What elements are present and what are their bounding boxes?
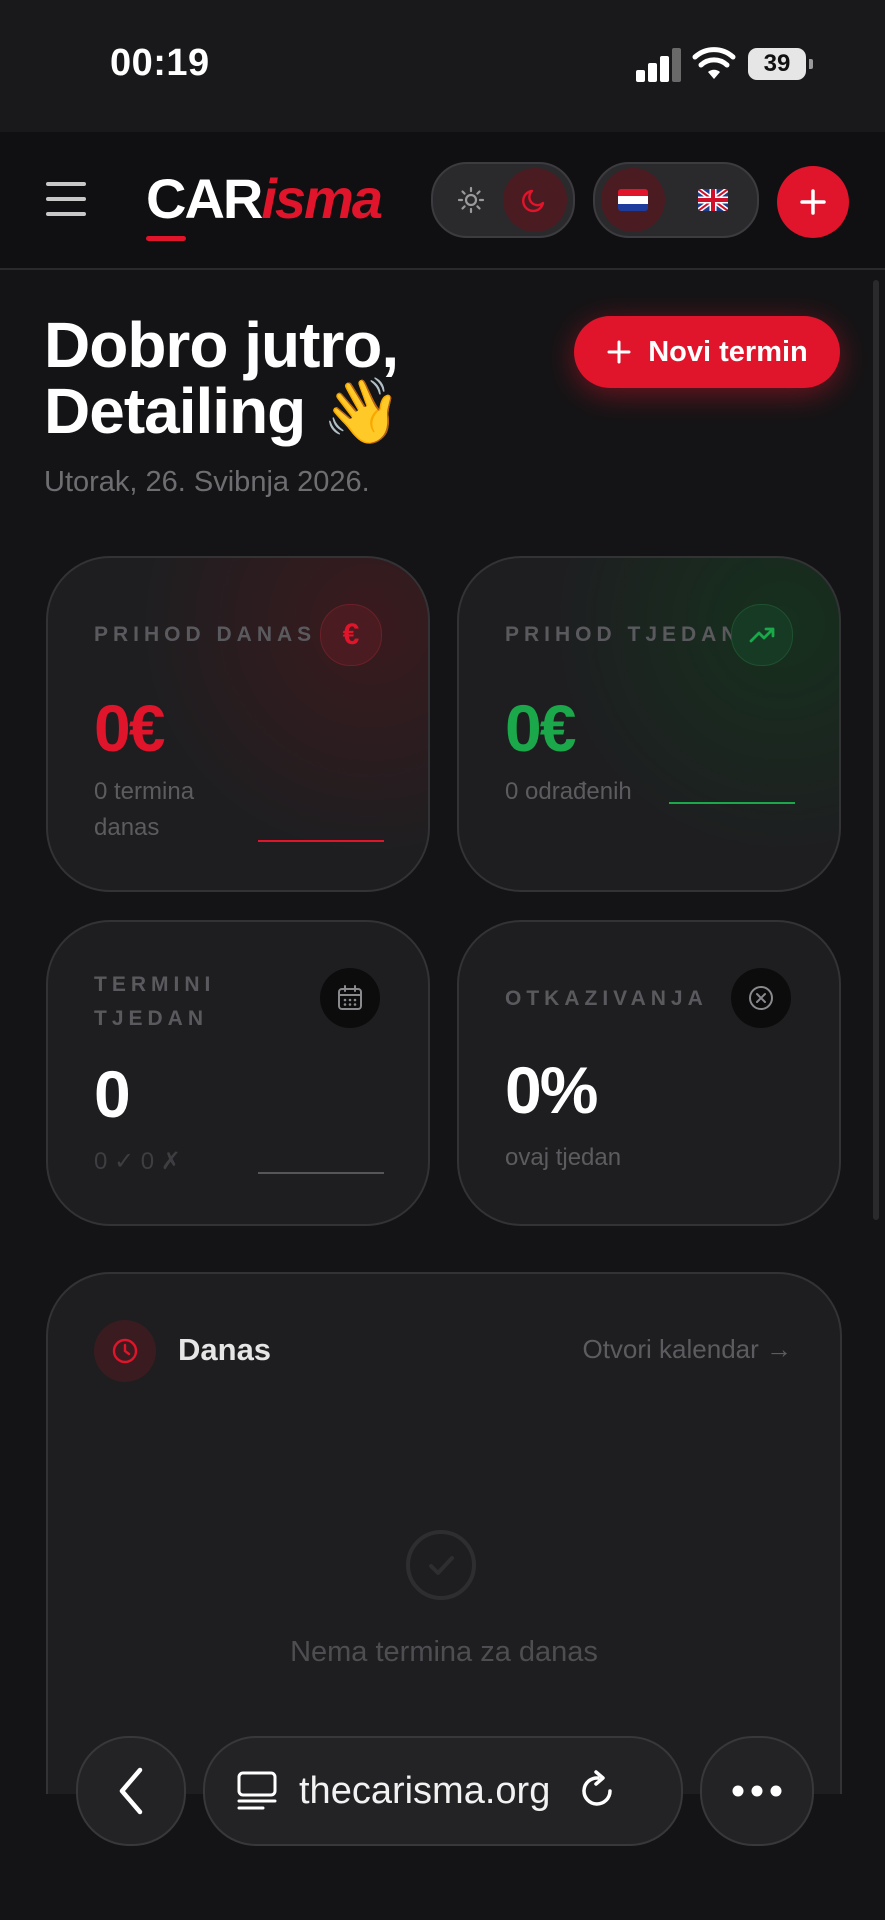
header-add-button[interactable]: [777, 166, 849, 238]
lang-hr-button[interactable]: [601, 168, 665, 232]
lang-en-button[interactable]: [681, 168, 745, 232]
reload-icon[interactable]: [576, 1769, 620, 1813]
stat-card-revenue-today[interactable]: PRIHOD DANAS € 0€ 0 termina danas: [46, 556, 430, 892]
stat-label: TERMINI TJEDAN: [94, 973, 216, 1030]
stat-label: PRIHOD DANAS: [94, 623, 317, 646]
current-date: Utorak, 26. Svibnja 2026.: [44, 466, 370, 498]
trending-up-icon: [731, 604, 793, 666]
greeting-line-1: Dobro jutro,: [44, 309, 399, 381]
euro-icon: €: [320, 604, 382, 666]
language-toggle: [593, 162, 759, 238]
tab-overview-icon: [237, 1771, 277, 1810]
moon-icon: [522, 189, 545, 213]
stat-subtext: 0 ✓ 0 ✗: [94, 1148, 181, 1175]
browser-url: thecarisma.org: [299, 1769, 551, 1812]
status-time: 00:19: [110, 42, 210, 84]
browser-address-bar[interactable]: thecarisma.org: [203, 1736, 683, 1846]
greeting-line-2: Detailing 👋: [44, 375, 402, 447]
greeting-heading: Dobro jutro, Detailing 👋: [44, 309, 402, 447]
stat-card-revenue-week[interactable]: PRIHOD TJEDAN 0€ 0 odrađenih: [457, 556, 841, 892]
new-appointment-label: Novi termin: [648, 335, 808, 368]
logo-underline: [146, 236, 186, 241]
cancel-circle-icon: [731, 968, 791, 1028]
today-title: Danas: [178, 1332, 272, 1367]
plus-icon: [800, 189, 826, 215]
dark-theme-button[interactable]: [503, 168, 567, 232]
wifi-icon: [692, 47, 736, 79]
logo-accent-text: isma: [261, 167, 383, 230]
uk-flag-icon: [698, 189, 728, 211]
stat-value: 0: [94, 1057, 131, 1131]
stat-subtext: ovaj tjedan: [505, 1144, 622, 1171]
empty-state-message: Nema termina za danas: [290, 1636, 598, 1668]
stat-card-cancellations[interactable]: OTKAZIVANJA 0% ovaj tjedan: [457, 920, 841, 1226]
status-bar: 00:19 39: [0, 0, 885, 132]
hamburger-menu-icon[interactable]: [46, 182, 86, 216]
app-header: CARisma: [0, 132, 885, 270]
sparkline: [258, 1172, 384, 1174]
stat-label: PRIHOD TJEDAN: [505, 623, 742, 646]
sun-icon: [457, 186, 485, 214]
browser-back-button[interactable]: [76, 1736, 186, 1846]
sparkline: [669, 802, 795, 804]
cellular-signal-icon: [636, 48, 681, 82]
stat-value: 0€: [94, 691, 165, 765]
more-dots-icon: [732, 1785, 782, 1797]
brand-logo[interactable]: CARisma: [146, 166, 383, 231]
light-theme-button[interactable]: [439, 168, 503, 232]
browser-more-button[interactable]: [700, 1736, 814, 1846]
stat-card-appointments-week[interactable]: TERMINI TJEDAN 0 0 ✓ 0 ✗: [46, 920, 430, 1226]
clock-icon: [94, 1320, 156, 1382]
stat-value: 0€: [505, 691, 576, 765]
today-panel: Danas Otvori kalendar → Nema termina za …: [46, 1272, 842, 1794]
plus-icon: [607, 340, 631, 364]
open-calendar-link[interactable]: Otvori kalendar →: [582, 1334, 792, 1365]
new-appointment-button[interactable]: Novi termin: [574, 316, 840, 388]
stat-subtext: 0 odrađenih: [505, 778, 632, 805]
page-scrollbar[interactable]: [873, 280, 879, 1220]
theme-toggle: [431, 162, 575, 238]
stat-value: 0%: [505, 1053, 598, 1127]
croatia-flag-icon: [618, 189, 648, 211]
calendar-icon: [320, 968, 380, 1028]
logo-main-text: CAR: [146, 167, 263, 230]
chevron-left-icon: [119, 1767, 143, 1815]
sparkline: [258, 840, 384, 842]
stat-label: OTKAZIVANJA: [505, 987, 708, 1010]
battery-indicator: 39: [748, 48, 813, 80]
check-circle-icon: [406, 1530, 476, 1600]
stat-subtext: 0 termina danas: [94, 778, 195, 841]
